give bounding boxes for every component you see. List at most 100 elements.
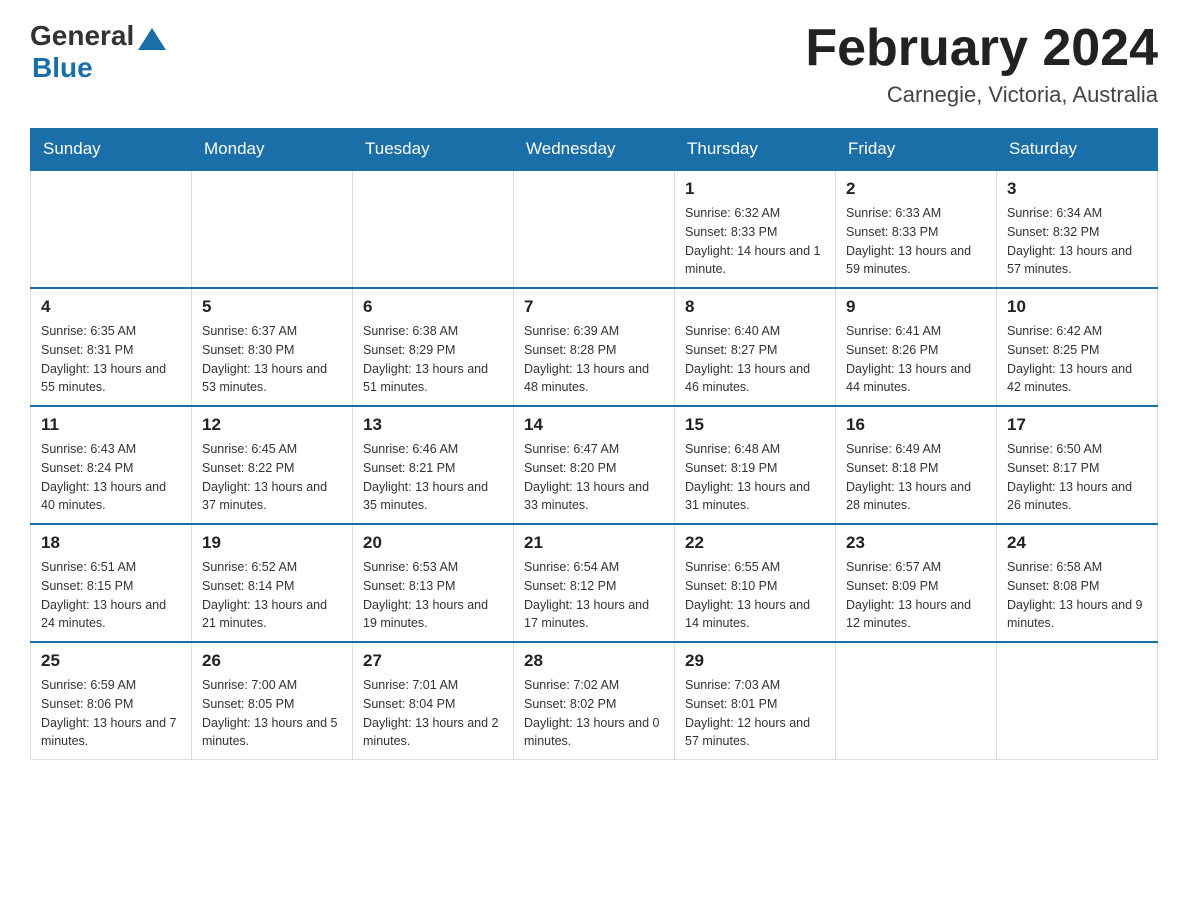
day-info: Sunrise: 6:54 AMSunset: 8:12 PMDaylight:…: [524, 558, 664, 633]
day-number: 12: [202, 415, 342, 435]
day-info: Sunrise: 6:40 AMSunset: 8:27 PMDaylight:…: [685, 322, 825, 397]
calendar-cell: 26 Sunrise: 7:00 AMSunset: 8:05 PMDayligh…: [192, 642, 353, 760]
day-number: 14: [524, 415, 664, 435]
day-info: Sunrise: 6:55 AMSunset: 8:10 PMDaylight:…: [685, 558, 825, 633]
day-number: 22: [685, 533, 825, 553]
calendar-cell: 29 Sunrise: 7:03 AMSunset: 8:01 PMDayligh…: [675, 642, 836, 760]
calendar-cell: 19 Sunrise: 6:52 AMSunset: 8:14 PMDayligh…: [192, 524, 353, 642]
day-info: Sunrise: 6:41 AMSunset: 8:26 PMDaylight:…: [846, 322, 986, 397]
day-number: 13: [363, 415, 503, 435]
day-number: 15: [685, 415, 825, 435]
day-number: 1: [685, 179, 825, 199]
day-info: Sunrise: 6:42 AMSunset: 8:25 PMDaylight:…: [1007, 322, 1147, 397]
day-number: 6: [363, 297, 503, 317]
calendar-cell: 23Sunrise: 6:57 AMSunset: 8:09 PMDayligh…: [836, 524, 997, 642]
calendar-cell: 28 Sunrise: 7:02 AMSunset: 8:02 PMDayligh…: [514, 642, 675, 760]
calendar-cell: [192, 170, 353, 288]
day-number: 23: [846, 533, 986, 553]
calendar-cell: 5 Sunrise: 6:37 AMSunset: 8:30 PMDaylight…: [192, 288, 353, 406]
calendar-cell: 9Sunrise: 6:41 AMSunset: 8:26 PMDaylight…: [836, 288, 997, 406]
logo-general-text: General: [30, 20, 134, 52]
month-title: February 2024: [805, 20, 1158, 77]
day-info: Sunrise: 6:45 AMSunset: 8:22 PMDaylight:…: [202, 440, 342, 515]
calendar-cell: [997, 642, 1158, 760]
logo: General Blue: [30, 20, 166, 84]
day-number: 3: [1007, 179, 1147, 199]
page-header: General Blue February 2024 Carnegie, Vic…: [30, 20, 1158, 108]
calendar-cell: 13Sunrise: 6:46 AMSunset: 8:21 PMDayligh…: [353, 406, 514, 524]
title-section: February 2024 Carnegie, Victoria, Austra…: [805, 20, 1158, 108]
calendar-cell: 17 Sunrise: 6:50 AMSunset: 8:17 PMDayligh…: [997, 406, 1158, 524]
day-info: Sunrise: 6:33 AMSunset: 8:33 PMDaylight:…: [846, 204, 986, 279]
day-number: 26: [202, 651, 342, 671]
calendar-cell: [31, 170, 192, 288]
day-info: Sunrise: 6:34 AMSunset: 8:32 PMDaylight:…: [1007, 204, 1147, 279]
calendar-cell: 27Sunrise: 7:01 AMSunset: 8:04 PMDayligh…: [353, 642, 514, 760]
day-number: 18: [41, 533, 181, 553]
calendar-header-thursday: Thursday: [675, 129, 836, 171]
day-info: Sunrise: 6:37 AMSunset: 8:30 PMDaylight:…: [202, 322, 342, 397]
logo-blue-text: Blue: [32, 52, 93, 84]
day-number: 5: [202, 297, 342, 317]
calendar-cell: 12 Sunrise: 6:45 AMSunset: 8:22 PMDayligh…: [192, 406, 353, 524]
calendar-cell: [353, 170, 514, 288]
calendar-header-saturday: Saturday: [997, 129, 1158, 171]
day-info: Sunrise: 6:51 AMSunset: 8:15 PMDaylight:…: [41, 558, 181, 633]
calendar-header-monday: Monday: [192, 129, 353, 171]
day-info: Sunrise: 6:52 AMSunset: 8:14 PMDaylight:…: [202, 558, 342, 633]
calendar-cell: 24 Sunrise: 6:58 AMSunset: 8:08 PMDayligh…: [997, 524, 1158, 642]
calendar-cell: 6 Sunrise: 6:38 AMSunset: 8:29 PMDaylight…: [353, 288, 514, 406]
day-number: 8: [685, 297, 825, 317]
day-info: Sunrise: 6:53 AMSunset: 8:13 PMDaylight:…: [363, 558, 503, 633]
calendar-cell: [514, 170, 675, 288]
day-info: Sunrise: 6:59 AMSunset: 8:06 PMDaylight:…: [41, 676, 181, 751]
day-number: 11: [41, 415, 181, 435]
day-number: 29: [685, 651, 825, 671]
calendar-cell: 3 Sunrise: 6:34 AMSunset: 8:32 PMDaylight…: [997, 170, 1158, 288]
calendar-cell: 18 Sunrise: 6:51 AMSunset: 8:15 PMDayligh…: [31, 524, 192, 642]
day-info: Sunrise: 6:39 AMSunset: 8:28 PMDaylight:…: [524, 322, 664, 397]
day-info: Sunrise: 6:43 AMSunset: 8:24 PMDaylight:…: [41, 440, 181, 515]
day-info: Sunrise: 7:02 AMSunset: 8:02 PMDaylight:…: [524, 676, 664, 751]
day-info: Sunrise: 6:49 AMSunset: 8:18 PMDaylight:…: [846, 440, 986, 515]
calendar-header-friday: Friday: [836, 129, 997, 171]
day-number: 28: [524, 651, 664, 671]
calendar-cell: 2 Sunrise: 6:33 AMSunset: 8:33 PMDaylight…: [836, 170, 997, 288]
day-info: Sunrise: 6:38 AMSunset: 8:29 PMDaylight:…: [363, 322, 503, 397]
day-info: Sunrise: 7:00 AMSunset: 8:05 PMDaylight:…: [202, 676, 342, 751]
calendar-week-5: 25Sunrise: 6:59 AMSunset: 8:06 PMDayligh…: [31, 642, 1158, 760]
calendar-cell: 15Sunrise: 6:48 AMSunset: 8:19 PMDayligh…: [675, 406, 836, 524]
calendar-header-sunday: Sunday: [31, 129, 192, 171]
calendar-cell: 10 Sunrise: 6:42 AMSunset: 8:25 PMDayligh…: [997, 288, 1158, 406]
day-number: 17: [1007, 415, 1147, 435]
day-number: 24: [1007, 533, 1147, 553]
day-number: 20: [363, 533, 503, 553]
day-number: 16: [846, 415, 986, 435]
calendar-cell: 21 Sunrise: 6:54 AMSunset: 8:12 PMDayligh…: [514, 524, 675, 642]
location-text: Carnegie, Victoria, Australia: [805, 82, 1158, 108]
day-info: Sunrise: 6:32 AMSunset: 8:33 PMDaylight:…: [685, 204, 825, 279]
calendar-cell: 1 Sunrise: 6:32 AMSunset: 8:33 PMDaylight…: [675, 170, 836, 288]
calendar-week-3: 11 Sunrise: 6:43 AMSunset: 8:24 PMDayligh…: [31, 406, 1158, 524]
day-info: Sunrise: 6:50 AMSunset: 8:17 PMDaylight:…: [1007, 440, 1147, 515]
calendar-header-wednesday: Wednesday: [514, 129, 675, 171]
calendar-cell: 4Sunrise: 6:35 AMSunset: 8:31 PMDaylight…: [31, 288, 192, 406]
calendar-cell: 14 Sunrise: 6:47 AMSunset: 8:20 PMDayligh…: [514, 406, 675, 524]
calendar-table: SundayMondayTuesdayWednesdayThursdayFrid…: [30, 128, 1158, 760]
day-info: Sunrise: 6:58 AMSunset: 8:08 PMDaylight:…: [1007, 558, 1147, 633]
calendar-cell: 8 Sunrise: 6:40 AMSunset: 8:27 PMDaylight…: [675, 288, 836, 406]
day-number: 2: [846, 179, 986, 199]
day-number: 21: [524, 533, 664, 553]
calendar-week-2: 4Sunrise: 6:35 AMSunset: 8:31 PMDaylight…: [31, 288, 1158, 406]
calendar-week-4: 18 Sunrise: 6:51 AMSunset: 8:15 PMDayligh…: [31, 524, 1158, 642]
day-info: Sunrise: 6:35 AMSunset: 8:31 PMDaylight:…: [41, 322, 181, 397]
day-number: 19: [202, 533, 342, 553]
day-number: 10: [1007, 297, 1147, 317]
day-number: 7: [524, 297, 664, 317]
day-info: Sunrise: 6:47 AMSunset: 8:20 PMDaylight:…: [524, 440, 664, 515]
calendar-cell: 22 Sunrise: 6:55 AMSunset: 8:10 PMDayligh…: [675, 524, 836, 642]
day-info: Sunrise: 7:01 AMSunset: 8:04 PMDaylight:…: [363, 676, 503, 751]
calendar-cell: 20 Sunrise: 6:53 AMSunset: 8:13 PMDayligh…: [353, 524, 514, 642]
day-info: Sunrise: 7:03 AMSunset: 8:01 PMDaylight:…: [685, 676, 825, 751]
logo-triangle-icon: [138, 28, 166, 50]
